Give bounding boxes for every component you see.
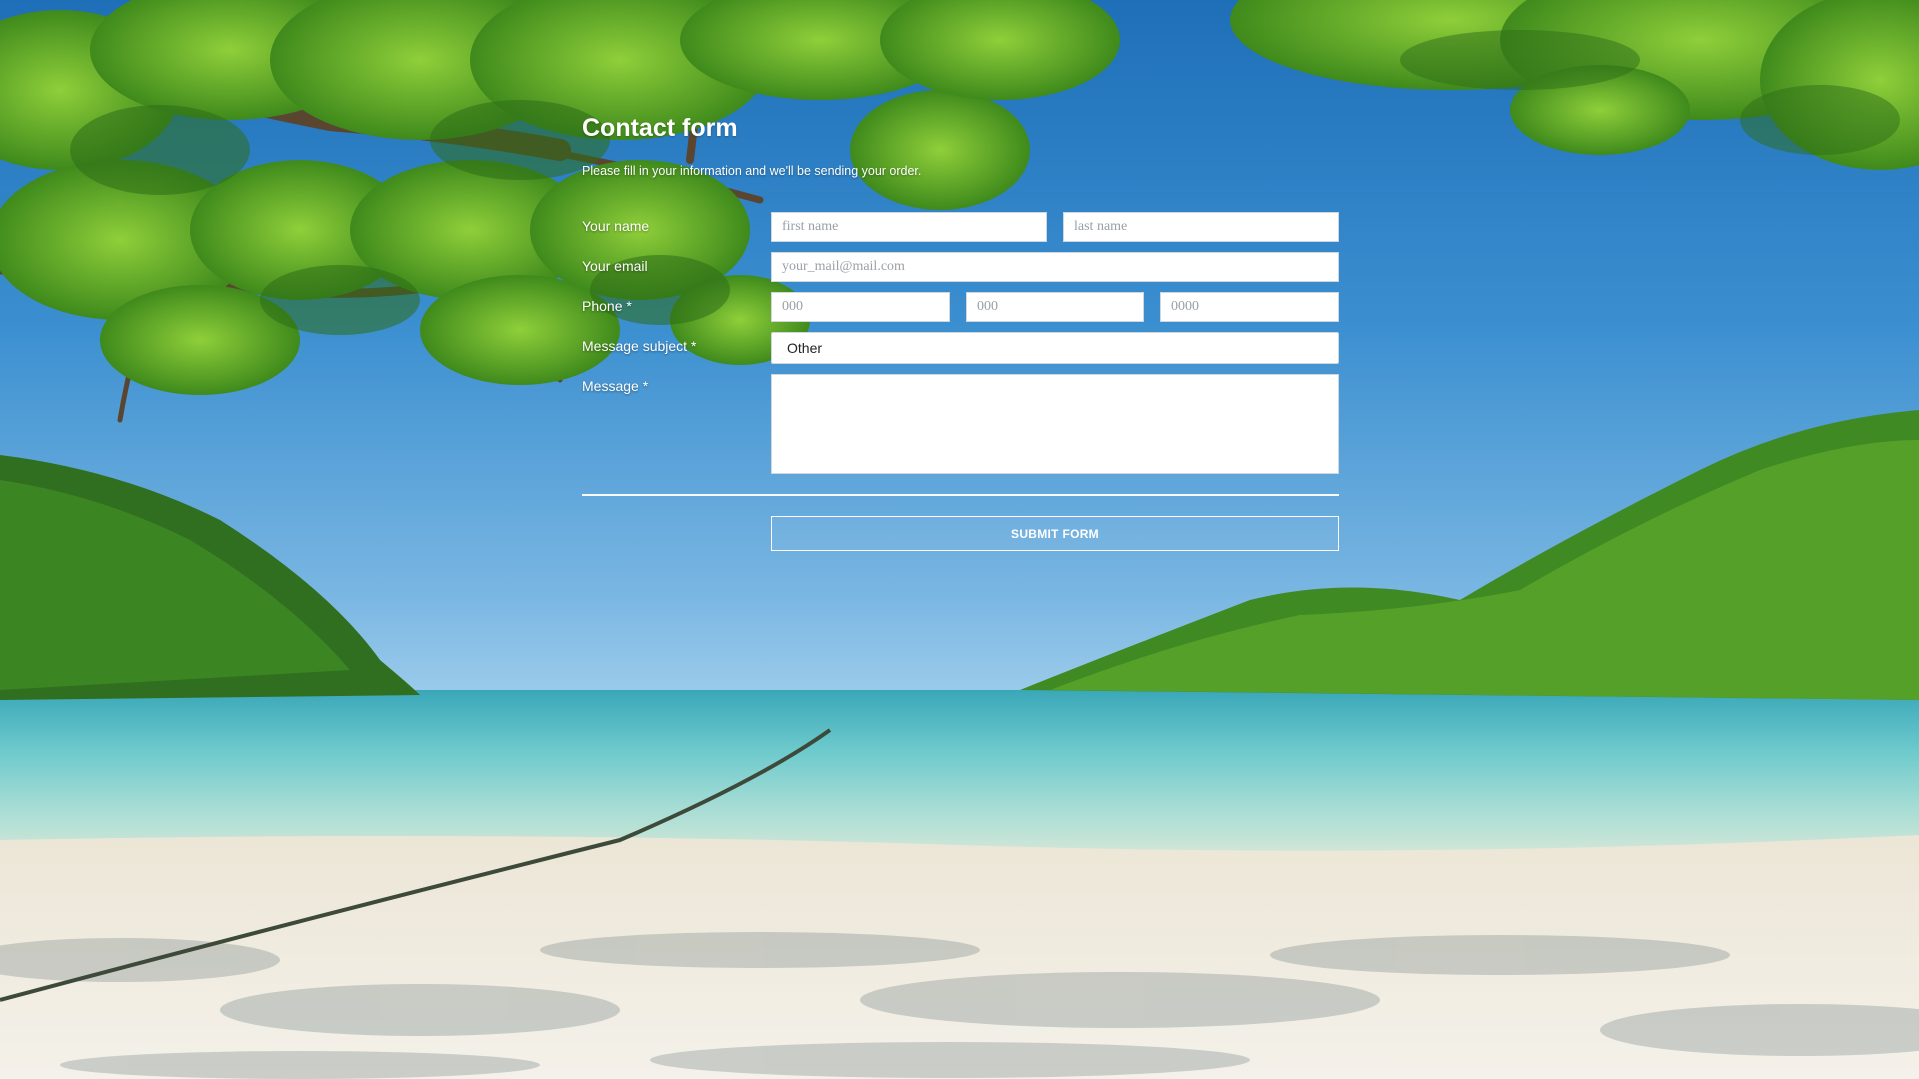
phone-row: Phone * xyxy=(582,292,1339,322)
message-row: Message * xyxy=(582,374,1339,474)
contact-form: Contact form Please fill in your informa… xyxy=(582,108,1339,551)
submit-form-button[interactable]: SUBMIT FORM xyxy=(771,516,1339,551)
subject-selected-value: Other xyxy=(787,340,823,356)
phone-area-input[interactable] xyxy=(771,292,950,322)
email-input[interactable] xyxy=(771,252,1339,282)
phone-prefix-input[interactable] xyxy=(966,292,1144,322)
subject-select[interactable]: Other xyxy=(771,332,1339,364)
last-name-input[interactable] xyxy=(1063,212,1339,242)
phone-line-input[interactable] xyxy=(1160,292,1339,322)
form-divider xyxy=(582,494,1339,496)
first-name-input[interactable] xyxy=(771,212,1047,242)
form-title: Contact form xyxy=(582,114,738,142)
email-label: Your email xyxy=(582,258,648,274)
subject-label: Message subject * xyxy=(582,338,697,354)
subject-row: Message subject * Other xyxy=(582,332,1339,364)
form-subtitle: Please fill in your information and we'l… xyxy=(582,164,922,178)
name-label: Your name xyxy=(582,218,650,234)
email-row: Your email xyxy=(582,252,1339,282)
phone-label: Phone * xyxy=(582,298,632,314)
message-label: Message * xyxy=(582,378,649,394)
message-textarea[interactable] xyxy=(771,374,1339,474)
name-row: Your name xyxy=(582,212,1339,242)
